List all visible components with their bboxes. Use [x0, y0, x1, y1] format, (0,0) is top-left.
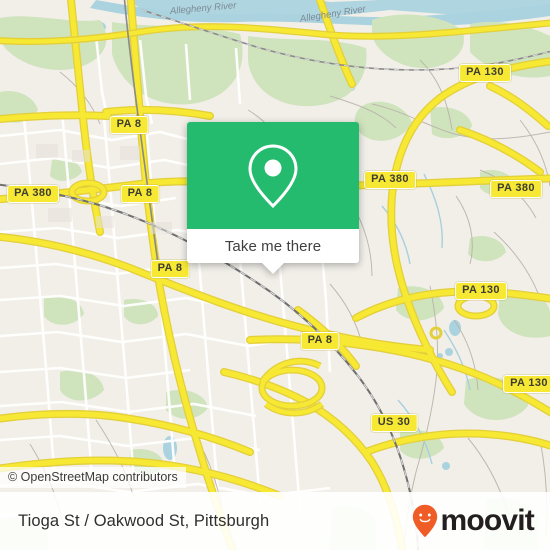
- map-attribution[interactable]: © OpenStreetMap contributors: [0, 467, 186, 488]
- highway-shield: PA 8: [120, 185, 160, 203]
- highway-shield: PA 130: [455, 282, 507, 300]
- popup-image-area: [187, 122, 359, 229]
- highway-shield: PA 380: [490, 180, 542, 198]
- highway-shield: US 30: [370, 414, 418, 432]
- highway-shield: PA 130: [459, 64, 511, 82]
- moovit-smiley-pin-icon: [413, 504, 438, 538]
- map-pin-icon: [248, 143, 298, 208]
- footer-bar: Tioga St / Oakwood St, Pittsburgh moovit: [0, 492, 550, 550]
- map-popup-card[interactable]: Take me there: [187, 122, 359, 274]
- popup-action-bar[interactable]: Take me there: [187, 229, 359, 274]
- moovit-logo[interactable]: moovit: [412, 504, 535, 538]
- moovit-station-map-screen: Allegheny River Allegheny River PA 130 P…: [0, 0, 550, 550]
- highway-shield: PA 130: [503, 375, 550, 393]
- highway-shield: PA 380: [364, 171, 416, 189]
- station-title: Tioga St / Oakwood St, Pittsburgh: [18, 511, 270, 530]
- highway-shield: PA 8: [109, 116, 149, 134]
- highway-shield: PA 8: [300, 332, 340, 350]
- take-me-there-label: Take me there: [224, 237, 322, 255]
- highway-shield: PA 380: [7, 185, 59, 203]
- popup-tail: [262, 263, 284, 274]
- highway-shield: PA 8: [150, 260, 190, 278]
- moovit-wordmark: moovit: [440, 504, 534, 537]
